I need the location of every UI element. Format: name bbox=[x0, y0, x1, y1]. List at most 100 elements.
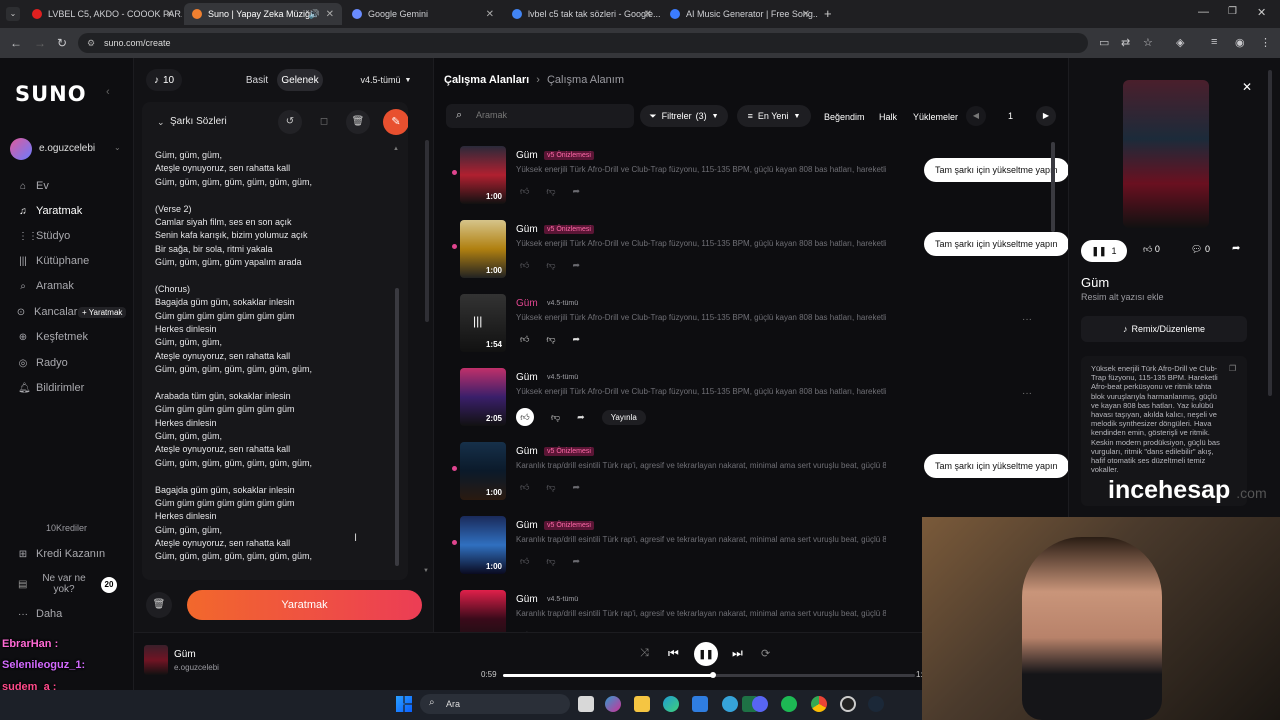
thumbs-up-icon[interactable]: 👍︎ bbox=[520, 186, 529, 197]
pause-button[interactable]: ❚❚ bbox=[694, 642, 718, 666]
create-button[interactable]: Yaratmak bbox=[187, 590, 422, 620]
liked-filter[interactable]: Beğendim bbox=[824, 112, 865, 122]
chrome-icon[interactable] bbox=[811, 696, 827, 712]
nav-hooks[interactable]: ⊙ Kancalar bbox=[16, 306, 78, 318]
credits-label[interactable]: 10Krediler bbox=[46, 523, 87, 533]
song-title[interactable]: Güm bbox=[516, 594, 538, 605]
repeat-icon[interactable]: ⟳ bbox=[761, 647, 770, 660]
next-icon[interactable]: ⏭ bbox=[732, 646, 743, 661]
close-icon[interactable]: ✕ bbox=[802, 9, 810, 20]
upgrade-button[interactable]: Tam şarkı için yükseltme yapın bbox=[924, 454, 1069, 478]
song-title[interactable]: Güm bbox=[516, 520, 538, 531]
site-info-icon[interactable]: ⚙ bbox=[87, 33, 95, 53]
reading-list-icon[interactable]: ≡ bbox=[1211, 36, 1217, 48]
nav-more[interactable]: ··· Daha bbox=[18, 608, 62, 620]
scroll-up-icon[interactable]: ▲ bbox=[393, 146, 399, 152]
nav-create[interactable]: ♫ Yaratmak bbox=[18, 205, 82, 217]
suno-logo[interactable]: SUNO bbox=[15, 82, 87, 106]
copy-icon[interactable]: ◻ bbox=[312, 110, 336, 134]
caption-link[interactable]: Resim alt yazısı ekle bbox=[1081, 292, 1164, 302]
sort-button[interactable]: ≡ En Yeni ▼ bbox=[737, 105, 811, 127]
more-options-icon[interactable]: ··· bbox=[1022, 388, 1032, 399]
close-icon[interactable]: ✕ bbox=[166, 9, 174, 20]
thumbs-up-icon[interactable]: 👍︎ bbox=[520, 556, 529, 567]
thumbs-down-icon[interactable]: 👎︎ bbox=[551, 412, 560, 423]
song-title[interactable]: Güm bbox=[516, 224, 538, 235]
whats-new[interactable]: Ne var ne yok? bbox=[38, 573, 90, 595]
thumbs-down-icon[interactable]: 👎︎ bbox=[546, 260, 555, 271]
forward-icon[interactable]: → bbox=[34, 36, 46, 50]
browser-menu-icon[interactable]: ⋮ bbox=[1260, 36, 1271, 49]
bookmark-star-icon[interactable]: ☆ bbox=[1143, 36, 1153, 49]
close-icon[interactable]: ✕ bbox=[1242, 80, 1252, 94]
app-icon[interactable] bbox=[722, 696, 738, 712]
share-icon[interactable]: ➦ bbox=[573, 556, 581, 567]
new-tab-icon[interactable]: + bbox=[824, 6, 832, 21]
minimize-icon[interactable]: — bbox=[1198, 6, 1209, 18]
thumbs-down-icon[interactable]: 👎︎ bbox=[546, 186, 555, 197]
more-options-icon[interactable]: ··· bbox=[1022, 314, 1032, 325]
profile-icon[interactable]: ◉ bbox=[1235, 36, 1245, 49]
song-thumbnail[interactable]: ||| 1:54 bbox=[460, 294, 506, 352]
tab-lvbel[interactable]: LVBEL C5, AKDO - COOOK PAR... ✕ bbox=[24, 3, 182, 25]
thumbs-down-icon[interactable]: 👎︎ bbox=[546, 482, 555, 493]
play-count-button[interactable]: ❚❚ 1 bbox=[1081, 240, 1127, 262]
share-icon[interactable]: ➦ bbox=[573, 186, 581, 197]
panel-scrollbar[interactable] bbox=[425, 140, 429, 322]
share-icon[interactable]: ➦ bbox=[573, 260, 581, 271]
song-row[interactable]: ||| 1:54 Güm v4.5-tümü Yüksek enerjili Türk … bbox=[460, 294, 1050, 366]
nav-notifications[interactable]: 🔔︎ Bildirimler bbox=[18, 382, 84, 394]
nav-earn-credits[interactable]: ⊞ Kredi Kazanın bbox=[18, 548, 105, 560]
hooks-create-badge[interactable]: + Yaratmak bbox=[78, 307, 127, 318]
steam-icon[interactable] bbox=[868, 696, 884, 712]
song-title[interactable]: Güm bbox=[516, 298, 538, 309]
url-field[interactable]: ⚙ suno.com/create bbox=[78, 33, 1088, 53]
song-title[interactable]: Güm bbox=[516, 446, 538, 457]
scroll-down-icon[interactable]: ▼ bbox=[423, 568, 429, 574]
reload-icon[interactable]: ↻ bbox=[57, 36, 67, 50]
maximize-icon[interactable]: ❐ bbox=[1228, 6, 1237, 17]
like-button[interactable]: 👍︎ 0 bbox=[1143, 244, 1160, 255]
player-artist[interactable]: e.oguzcelebi bbox=[174, 663, 219, 672]
song-row[interactable]: 2:05 Güm v4.5-tümü Yüksek enerjili Türk Afr… bbox=[460, 368, 1050, 440]
song-thumbnail[interactable]: 1:00 bbox=[460, 442, 506, 500]
nav-studio[interactable]: ⋮⋮ Stüdyo bbox=[18, 230, 70, 242]
song-title[interactable]: Güm bbox=[516, 372, 538, 383]
public-filter[interactable]: Halk bbox=[879, 112, 897, 122]
next-page-icon[interactable]: ▶ bbox=[1036, 106, 1056, 126]
store-icon[interactable] bbox=[692, 696, 708, 712]
edge-icon[interactable] bbox=[663, 696, 679, 712]
song-thumbnail[interactable]: 1:00 bbox=[460, 220, 506, 278]
song-title[interactable]: Güm bbox=[516, 150, 538, 161]
lyrics-scrollbar[interactable] bbox=[395, 288, 399, 566]
publish-button[interactable]: Yayınla bbox=[601, 409, 646, 425]
song-thumbnail[interactable]: 1:00 bbox=[460, 146, 506, 204]
song-row[interactable]: 1:00 Güm v5 Önizlemesi Yüksek enerjili Türk… bbox=[452, 220, 1069, 292]
lyrics-header[interactable]: Şarkı Sözleri bbox=[170, 116, 227, 127]
breadcrumb-current[interactable]: Çalışma Alanım bbox=[547, 74, 624, 86]
close-icon[interactable]: ✕ bbox=[326, 9, 334, 20]
song-thumbnail[interactable]: 1:00 bbox=[460, 516, 506, 574]
copilot-icon[interactable] bbox=[605, 696, 621, 712]
thumbs-up-icon[interactable]: 👍︎ bbox=[520, 482, 529, 493]
song-row[interactable]: 1:00 Güm v5 Önizlemesi Yüksek enerjili Türk… bbox=[452, 146, 1069, 218]
discord-icon[interactable] bbox=[752, 696, 768, 712]
upgrade-button[interactable]: Tam şarkı için yükseltme yapın bbox=[924, 158, 1069, 182]
taskbar-search[interactable]: ⌕ Ara bbox=[420, 694, 570, 714]
close-icon[interactable]: ✕ bbox=[486, 9, 494, 20]
remix-button[interactable]: ♪ Remix/Düzenleme bbox=[1081, 316, 1247, 342]
share-icon[interactable]: ➦ bbox=[573, 482, 581, 493]
thumbs-up-icon[interactable]: 👍︎ bbox=[516, 408, 534, 426]
workspace-scrollbar[interactable] bbox=[1051, 142, 1055, 232]
thumbs-up-icon[interactable]: 👍︎ bbox=[520, 260, 529, 271]
previous-icon[interactable]: ⏮ bbox=[668, 646, 679, 661]
shuffle-icon[interactable]: ⤨ bbox=[640, 647, 649, 660]
player-cover[interactable] bbox=[144, 645, 168, 675]
mode-simple-tab[interactable]: Basit bbox=[240, 69, 274, 91]
credits-pill[interactable]: ♪ 10 bbox=[146, 69, 182, 91]
song-thumbnail[interactable]: 2:05 bbox=[460, 368, 506, 426]
progress-track[interactable] bbox=[503, 672, 915, 678]
magic-wand-icon[interactable]: ✎ bbox=[383, 109, 408, 135]
translate-icon[interactable]: ⇄ bbox=[1121, 36, 1130, 49]
tab-ai-music[interactable]: AI Music Generator | Free Song... ✕ bbox=[662, 3, 818, 25]
